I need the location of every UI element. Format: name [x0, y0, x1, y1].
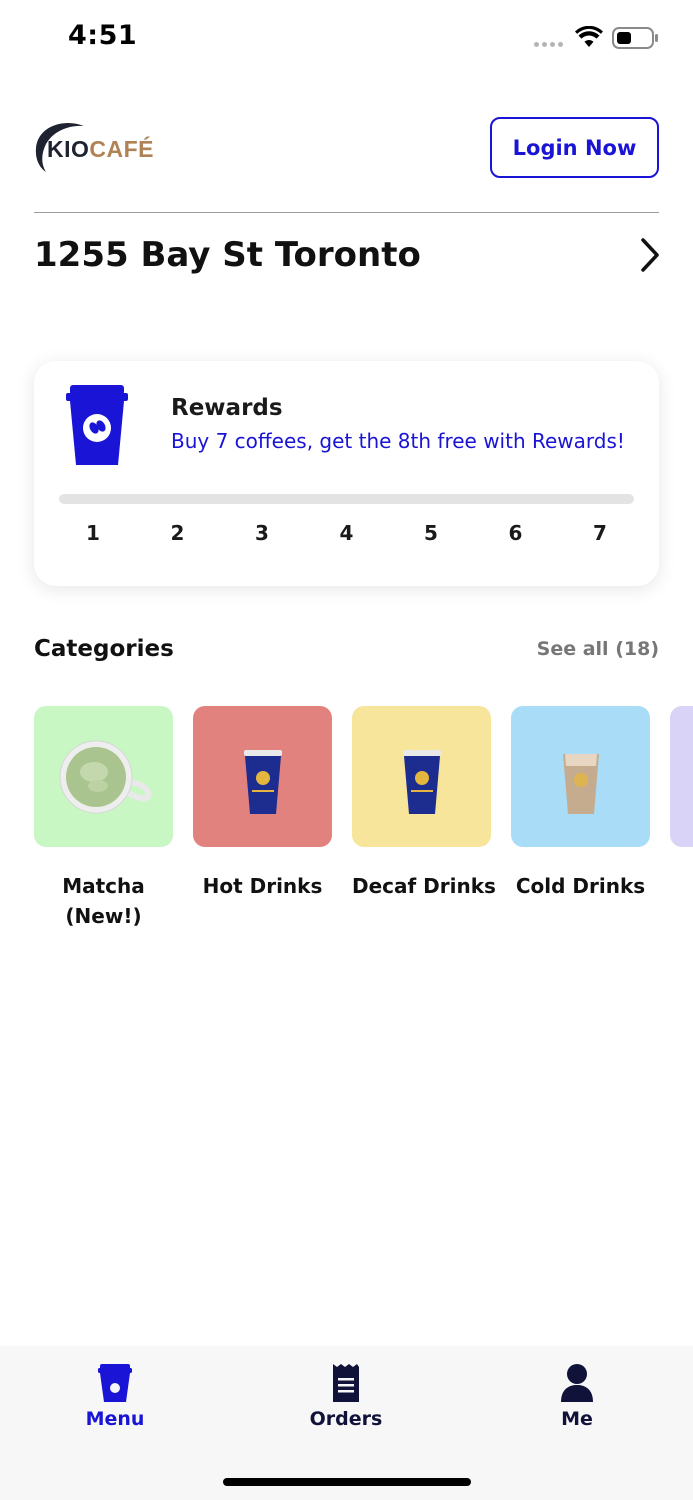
location-selector[interactable]: 1255 Bay St Toronto: [34, 225, 663, 285]
rewards-title: Rewards: [171, 395, 283, 421]
wifi-icon: [575, 26, 603, 47]
category-cold-drinks[interactable]: Cold Drinks: [511, 706, 650, 901]
category-label: Matcha (New!): [34, 871, 173, 931]
rewards-step-1: 1: [86, 521, 100, 545]
categories-title: Categories: [34, 636, 174, 662]
category-partial[interactable]: [670, 706, 693, 847]
category-label-line1: Matcha: [62, 874, 145, 898]
nav-label: Me: [561, 1408, 593, 1430]
home-indicator: [223, 1478, 471, 1486]
status-time: 4:51: [68, 20, 138, 51]
cellular-signal-icon: [534, 42, 563, 47]
category-label: Hot Drinks: [193, 871, 332, 901]
rewards-steps: 1 2 3 4 5 6 7: [59, 521, 634, 551]
rewards-step-6: 6: [508, 521, 523, 545]
status-bar: 4:51: [0, 0, 693, 80]
rewards-card[interactable]: Rewards Buy 7 coffees, get the 8th free …: [34, 361, 659, 586]
paper-cup-icon: [244, 750, 282, 814]
category-tile: [511, 706, 650, 847]
category-label-line1: Cold Drinks: [515, 874, 646, 898]
rewards-step-2: 2: [170, 521, 185, 545]
category-tile: [670, 706, 693, 847]
category-decaf-drinks[interactable]: Decaf Drinks: [352, 706, 496, 901]
categories-carousel[interactable]: Matcha (New!) Hot Drinks Decaf Drinks Co…: [34, 706, 693, 946]
rewards-description: Buy 7 coffees, get the 8th free with Rew…: [171, 429, 625, 453]
rewards-progress-bar: [59, 494, 634, 504]
logo-text: KIOCAFÉ: [47, 136, 154, 163]
rewards-step-5: 5: [424, 521, 438, 545]
category-hot-drinks[interactable]: Hot Drinks: [193, 706, 332, 901]
header-divider: [34, 212, 659, 213]
category-label-line2: (New!): [65, 904, 142, 928]
iced-coffee-cup-icon: [563, 754, 599, 814]
nav-label: Orders: [309, 1408, 383, 1430]
nav-label: Menu: [85, 1408, 145, 1430]
category-matcha[interactable]: Matcha (New!): [34, 706, 173, 931]
receipt-icon: [333, 1364, 359, 1402]
matcha-cup-icon: [59, 740, 152, 814]
logo-text-cafe: CAFÉ: [89, 136, 155, 162]
login-button[interactable]: Login Now: [490, 117, 659, 178]
category-label: Cold Drinks: [511, 871, 650, 901]
cup-icon: [98, 1364, 132, 1402]
rewards-step-7: 7: [593, 521, 607, 545]
see-all-link[interactable]: See all (18): [537, 638, 659, 660]
person-icon: [561, 1364, 593, 1402]
battery-icon: [612, 27, 658, 49]
category-tile: [352, 706, 491, 847]
coffee-cup-icon: [66, 385, 128, 465]
kiocafe-logo: KIOCAFÉ: [34, 120, 154, 176]
logo-text-kio: KIO: [47, 136, 90, 162]
category-tile: [34, 706, 173, 847]
categories-header: Categories See all (18): [34, 636, 659, 662]
category-label-line1: Decaf Drinks: [352, 874, 496, 898]
category-label-line1: Hot Drinks: [202, 874, 323, 898]
nav-menu[interactable]: Menu: [55, 1362, 175, 1430]
paper-cup-icon: [403, 750, 441, 814]
category-label: Decaf Drinks: [352, 871, 496, 901]
category-tile: [193, 706, 332, 847]
location-address: 1255 Bay St Toronto: [34, 235, 421, 275]
chevron-right-icon: [641, 238, 659, 272]
rewards-step-3: 3: [255, 521, 269, 545]
nav-orders[interactable]: Orders: [286, 1362, 406, 1430]
rewards-step-4: 4: [339, 521, 354, 545]
nav-me[interactable]: Me: [517, 1362, 637, 1430]
bottom-navigation: Menu Orders Me: [0, 1346, 693, 1500]
